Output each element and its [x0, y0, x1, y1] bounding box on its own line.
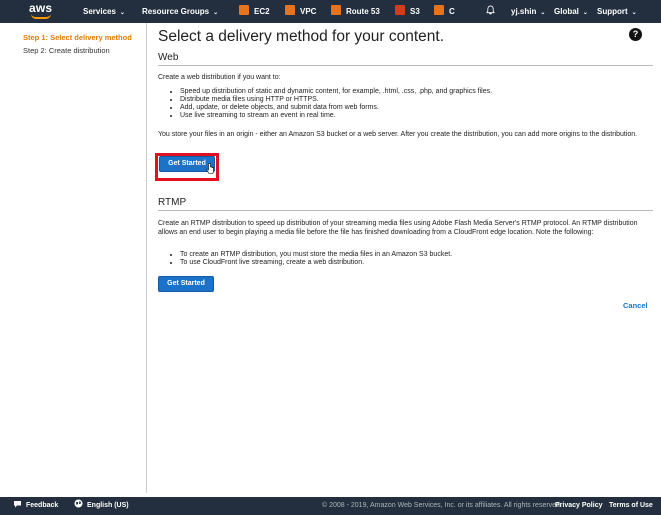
list-item: Add, update, or delete objects, and subm… [180, 104, 642, 112]
help-icon[interactable]: ? [629, 28, 642, 41]
web-note: You store your files in an origin - eith… [158, 131, 638, 138]
shortcut-s3-label: S3 [410, 7, 420, 16]
user-name: yj.shin [511, 7, 537, 16]
aws-logo-text: aws [29, 1, 53, 15]
shortcut-vpc-label: VPC [300, 7, 317, 16]
hand-cursor-icon [206, 163, 214, 174]
globe-icon [74, 499, 83, 508]
rtmp-get-started-button[interactable]: Get Started [158, 276, 214, 292]
cloudfront-icon [434, 5, 444, 15]
rtmp-intro: Create an RTMP distribution to speed up … [158, 220, 638, 236]
user-menu[interactable]: yj.shin ⌄ [511, 0, 545, 23]
chevron-down-icon: ⌄ [119, 10, 125, 16]
bell-icon [486, 5, 495, 15]
chevron-down-icon: ⌄ [213, 10, 219, 16]
rtmp-section-heading: RTMP [158, 197, 653, 211]
copyright-text: © 2008 - 2019, Amazon Web Services, Inc.… [322, 502, 562, 509]
resource-groups-label: Resource Groups [142, 7, 210, 16]
list-item: Distribute media files using HTTP or HTT… [180, 96, 642, 104]
privacy-policy-link[interactable]: Privacy Policy [555, 497, 602, 515]
footer: Feedback English (US) © 2008 - 2019, Ama… [0, 497, 661, 515]
ec2-icon [239, 5, 249, 15]
language-label: English (US) [87, 502, 129, 509]
shortcut-route53[interactable]: Route 53 [331, 0, 380, 23]
s3-icon [395, 5, 405, 15]
shortcut-c-label: C [449, 7, 455, 16]
cancel-link[interactable]: Cancel [623, 301, 648, 310]
shortcut-ec2-label: EC2 [254, 7, 270, 16]
feedback-link[interactable]: Feedback [13, 497, 58, 515]
web-section-heading: Web [158, 52, 653, 66]
aws-smile-icon [31, 14, 51, 19]
chat-bubble-icon [14, 501, 21, 508]
step-create-distribution[interactable]: Step 2: Create distribution [23, 46, 110, 55]
wizard-sidebar: Step 1: Select delivery method Step 2: C… [0, 23, 147, 493]
support-label: Support [597, 7, 628, 16]
language-selector[interactable]: English (US) [74, 497, 129, 515]
region-menu[interactable]: Global ⌄ [554, 0, 588, 23]
route53-icon [331, 5, 341, 15]
notifications-button[interactable] [486, 0, 495, 23]
web-bullet-list: Speed up distribution of static and dyna… [172, 88, 642, 120]
shortcut-s3[interactable]: S3 [395, 0, 420, 23]
services-menu[interactable]: Services ⌄ [83, 0, 125, 23]
rtmp-bullet-list: To create an RTMP distribution, you must… [172, 251, 642, 267]
resource-groups-menu[interactable]: Resource Groups ⌄ [142, 0, 218, 23]
region-label: Global [554, 7, 579, 16]
chevron-down-icon: ⌄ [582, 10, 588, 16]
list-item: Use live streaming to stream an event in… [180, 112, 642, 120]
shortcut-route53-label: Route 53 [346, 7, 380, 16]
shortcut-ec2[interactable]: EC2 [239, 0, 270, 23]
list-item: To use CloudFront live streaming, create… [180, 259, 642, 267]
terms-of-use-link[interactable]: Terms of Use [609, 497, 653, 515]
step-select-delivery-method[interactable]: Step 1: Select delivery method [23, 33, 132, 42]
top-nav: aws Services ⌄ Resource Groups ⌄ EC2 VPC R… [0, 0, 661, 23]
shortcut-vpc[interactable]: VPC [285, 0, 316, 23]
shortcut-c[interactable]: C [434, 0, 455, 23]
chevron-down-icon: ⌄ [540, 10, 546, 16]
page-title: Select a delivery method for your conten… [158, 28, 445, 45]
feedback-label: Feedback [26, 502, 59, 509]
chevron-down-icon: ⌄ [631, 10, 637, 16]
web-intro: Create a web distribution if you want to… [158, 74, 281, 81]
support-menu[interactable]: Support ⌄ [597, 0, 637, 23]
list-item: To create an RTMP distribution, you must… [180, 251, 642, 259]
list-item: Speed up distribution of static and dyna… [180, 88, 642, 96]
aws-logo[interactable]: aws [29, 2, 55, 21]
services-label: Services [83, 7, 116, 16]
vpc-icon [285, 5, 295, 15]
